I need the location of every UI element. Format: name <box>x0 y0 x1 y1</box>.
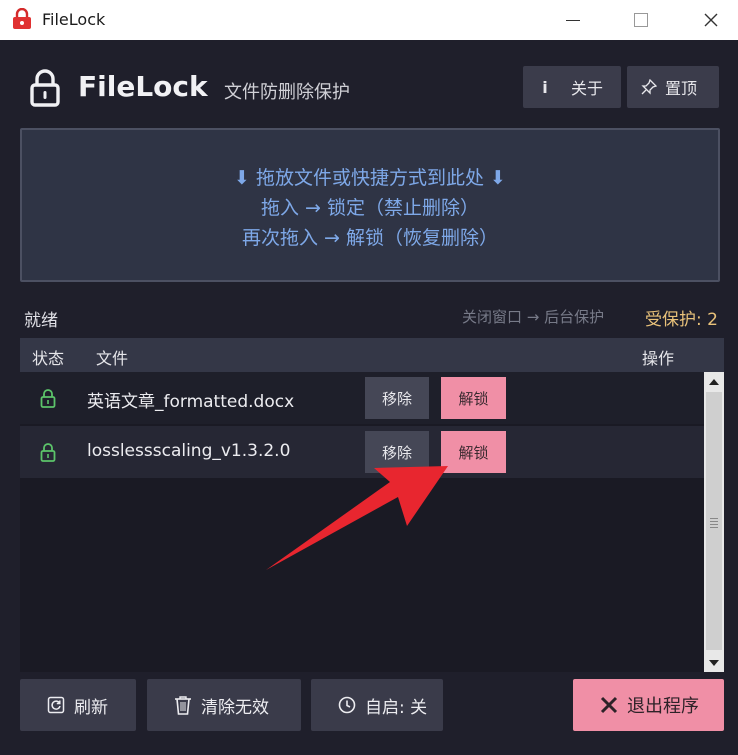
refresh-label: 刷新 <box>74 697 108 718</box>
title-bar: FileLock <box>0 0 738 40</box>
refresh-icon <box>46 695 66 715</box>
lock-icon <box>40 443 56 462</box>
scroll-up-button[interactable] <box>704 372 724 390</box>
autostart-label: 自启: 关 <box>365 697 428 718</box>
minimize-button[interactable] <box>550 0 596 40</box>
status-text: 就绪 <box>24 311 58 331</box>
maximize-button[interactable] <box>618 0 664 40</box>
app-lock-icon <box>13 8 31 29</box>
scroll-thumb[interactable] <box>706 392 722 650</box>
trash-icon <box>173 695 193 715</box>
clear-invalid-label: 清除无效 <box>201 697 269 718</box>
scroll-up-arrow-icon <box>709 378 719 385</box>
remove-button[interactable]: 移除 <box>365 377 429 419</box>
padlock-logo-icon <box>30 69 60 107</box>
info-icon: i <box>542 77 548 97</box>
column-status: 状态 <box>32 349 65 368</box>
file-name: losslessscaling_v1.3.2.0 <box>87 441 291 461</box>
scroll-grip-icon <box>710 518 718 530</box>
clear-invalid-button[interactable]: 清除无效 <box>147 679 301 731</box>
app-subtitle: 文件防删除保护 <box>224 82 350 103</box>
remove-button[interactable]: 移除 <box>365 431 429 473</box>
app-name: FileLock <box>78 70 208 103</box>
column-actions: 操作 <box>642 349 675 368</box>
pin-icon <box>641 79 657 95</box>
close-icon <box>704 13 718 27</box>
about-button[interactable]: i 关于 <box>523 66 621 108</box>
file-list: 英语文章_formatted.docx 移除 解锁 losslessscalin… <box>20 372 704 672</box>
vertical-scrollbar[interactable] <box>704 372 724 672</box>
drop-instruction: ⬇ 拖放文件或快捷方式到此处 ⬇ <box>234 167 506 189</box>
window-title: FileLock <box>42 10 106 29</box>
protected-count: 受保护: 2 <box>645 310 718 330</box>
autostart-toggle[interactable]: 自启: 关 <box>311 679 443 731</box>
unlock-button[interactable]: 解锁 <box>441 377 506 419</box>
unlock-button[interactable]: 解锁 <box>441 431 506 473</box>
maximize-icon <box>634 13 648 27</box>
column-file: 文件 <box>96 349 129 368</box>
background-protection-hint: 关闭窗口 → 后台保护 <box>462 308 605 326</box>
pin-on-top-button[interactable]: 置顶 <box>627 66 719 108</box>
lock-icon <box>40 389 56 408</box>
about-label: 关于 <box>571 79 604 98</box>
close-button[interactable] <box>688 0 734 40</box>
close-x-icon <box>599 695 619 715</box>
pin-label: 置顶 <box>665 79 698 98</box>
drop-unlock-hint: 再次拖入 → 解锁（恢复删除） <box>242 227 498 249</box>
scroll-down-button[interactable] <box>704 654 724 672</box>
scroll-down-arrow-icon <box>709 659 719 666</box>
file-name: 英语文章_formatted.docx <box>87 392 295 412</box>
file-table-header: 状态 文件 操作 <box>20 338 724 372</box>
drop-lock-hint: 拖入 → 锁定（禁止删除） <box>261 197 479 219</box>
quit-button[interactable]: 退出程序 <box>573 679 724 731</box>
refresh-button[interactable]: 刷新 <box>20 679 136 731</box>
quit-label: 退出程序 <box>627 696 699 717</box>
table-row: losslessscaling_v1.3.2.0 移除 解锁 <box>20 426 704 478</box>
file-drop-zone[interactable]: ⬇ 拖放文件或快捷方式到此处 ⬇ 拖入 → 锁定（禁止删除） 再次拖入 → 解锁… <box>20 128 720 282</box>
table-row: 英语文章_formatted.docx 移除 解锁 <box>20 372 704 424</box>
minimize-icon <box>566 19 580 21</box>
clock-icon <box>337 695 357 715</box>
